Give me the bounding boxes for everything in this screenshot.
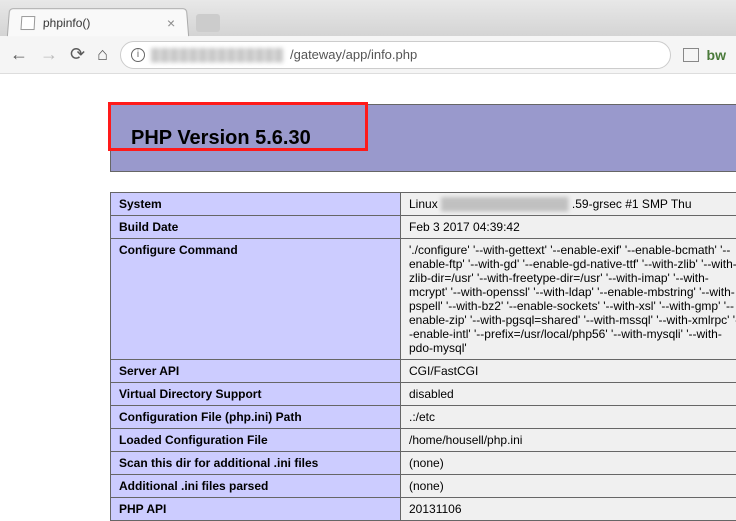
table-cell-key: Scan this dir for additional .ini files [111,452,401,475]
table-cell-key: Loaded Configuration File [111,429,401,452]
back-button[interactable]: ← [10,44,28,65]
url-path: /gateway/app/info.php [290,47,417,62]
forward-button[interactable]: → [40,44,58,65]
table-cell-value: (none) [401,452,736,475]
table-cell-key: Configure Command [111,239,401,360]
extension-icon[interactable]: bw [707,47,726,63]
php-version-title: PHP Version 5.6.30 [131,127,311,150]
table-cell-value: disabled [401,383,736,406]
url-host-blurred: ██████████████ [151,48,284,62]
reload-button[interactable]: ⟳ [70,44,85,65]
translate-icon[interactable] [683,48,699,62]
close-icon[interactable]: × [166,15,175,31]
php-version-header: PHP Version 5.6.30 [110,104,736,172]
table-cell-value: CGI/FastCGI [401,360,736,383]
table-row: Virtual Directory Supportdisabled [111,383,736,406]
table-row: Server APICGI/FastCGI [111,360,736,383]
home-button[interactable]: ⌂ [97,44,108,65]
table-row: Build DateFeb 3 2017 04:39:42 [111,216,736,239]
phpinfo-table: SystemLinux ███████████████ .59-grsec #1… [110,192,736,521]
table-cell-value: Linux ███████████████ .59-grsec #1 SMP T… [401,193,736,216]
tab-title: phpinfo() [43,16,160,30]
table-row: Configure Command'./configure' '--with-g… [111,239,736,360]
table-cell-key: System [111,193,401,216]
page-content: PHP Version 5.6.30 SystemLinux █████████… [0,74,736,521]
table-row: Configuration File (php.ini) Path.:/etc [111,406,736,429]
toolbar-right: bw [683,47,726,63]
table-cell-value: 20131106 [401,498,736,521]
table-row: PHP API20131106 [111,498,736,521]
info-icon[interactable]: i [131,48,145,62]
table-row: SystemLinux ███████████████ .59-grsec #1… [111,193,736,216]
table-cell-key: Build Date [111,216,401,239]
table-cell-key: Additional .ini files parsed [111,475,401,498]
browser-toolbar: ← → ⟳ ⌂ i ██████████████ /gateway/app/in… [0,36,736,74]
table-row: Loaded Configuration File/home/housell/p… [111,429,736,452]
address-bar[interactable]: i ██████████████ /gateway/app/info.php [120,41,671,69]
table-cell-key: Configuration File (php.ini) Path [111,406,401,429]
table-cell-key: PHP API [111,498,401,521]
table-cell-value: (none) [401,475,736,498]
new-tab-button[interactable] [196,14,220,32]
table-cell-key: Server API [111,360,401,383]
table-cell-key: Virtual Directory Support [111,383,401,406]
table-cell-value: './configure' '--with-gettext' '--enable… [401,239,736,360]
browser-tab-bar: phpinfo() × [0,0,736,36]
browser-tab[interactable]: phpinfo() × [7,8,189,36]
table-row: Scan this dir for additional .ini files(… [111,452,736,475]
table-cell-value: /home/housell/php.ini [401,429,736,452]
table-row: Additional .ini files parsed(none) [111,475,736,498]
table-cell-value: .:/etc [401,406,736,429]
page-icon [20,16,35,30]
table-cell-value: Feb 3 2017 04:39:42 [401,216,736,239]
